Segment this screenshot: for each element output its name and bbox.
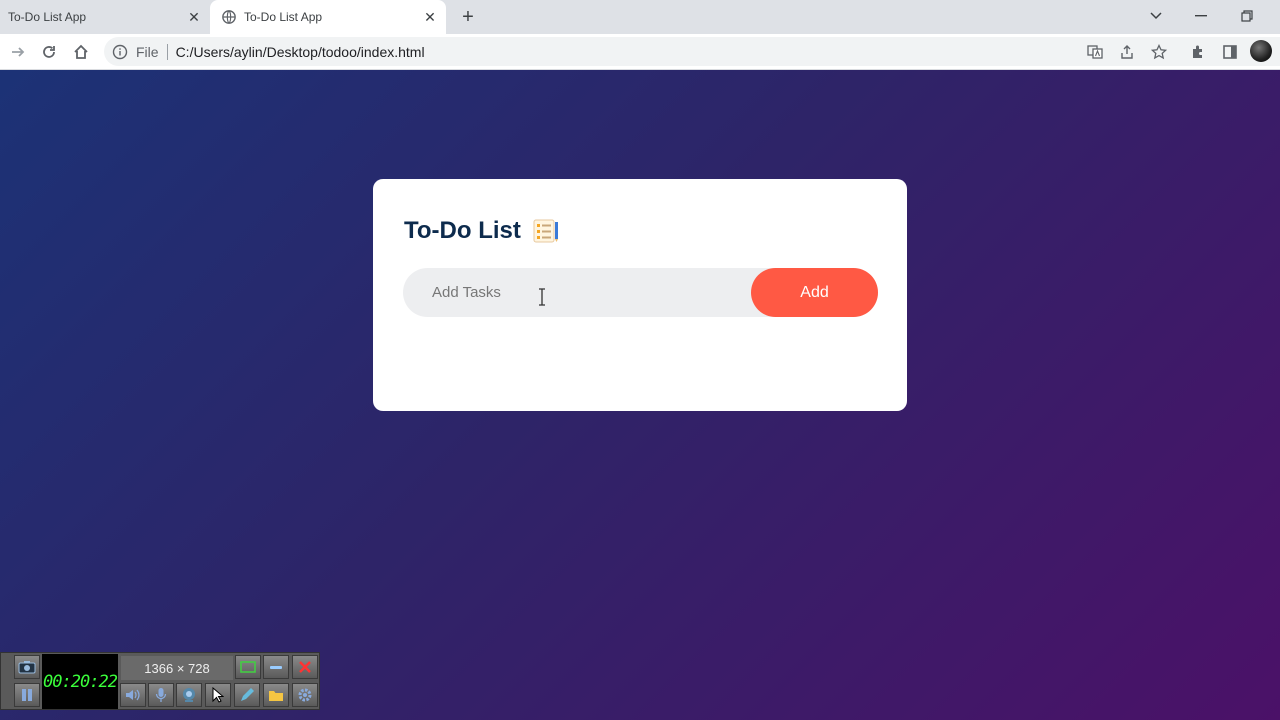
close-tab-icon[interactable]: ✕ [422, 9, 438, 25]
profile-avatar[interactable] [1250, 40, 1272, 62]
scheme-label: File [136, 43, 159, 60]
side-panel-icon[interactable] [1220, 42, 1240, 62]
bookmark-star-icon[interactable] [1149, 42, 1169, 62]
webcam-icon[interactable] [176, 683, 202, 707]
add-button[interactable]: Add [751, 268, 878, 317]
capture-dimensions: 1366 × 728 [121, 656, 233, 680]
browser-toolbar: File C:/Users/aylin/Desktop/todoo/index.… [0, 34, 1280, 70]
camera-icon[interactable] [14, 655, 40, 679]
capture-region-icon[interactable] [235, 655, 261, 679]
tab-strip: To-Do List App ✕ To-Do List App ✕ + [0, 0, 1280, 34]
browser-tab-2[interactable]: To-Do List App ✕ [210, 0, 446, 34]
minimize-icon[interactable] [1190, 6, 1212, 26]
page-viewport: To-Do List Add [0, 70, 1280, 720]
forward-icon[interactable] [6, 40, 30, 64]
browser-tab-1[interactable]: To-Do List App ✕ [0, 0, 210, 34]
page-title: To-Do List [404, 217, 521, 244]
minimize-widget-icon[interactable] [263, 655, 289, 679]
task-input-row: Add [403, 268, 878, 317]
close-widget-icon[interactable] [292, 655, 318, 679]
microphone-icon[interactable] [148, 683, 174, 707]
app-heading: To-Do List [404, 217, 559, 245]
tab-title: To-Do List App [8, 10, 87, 24]
tab-search-icon[interactable] [1145, 6, 1167, 26]
task-input[interactable] [403, 268, 743, 317]
pause-icon[interactable] [14, 683, 40, 707]
settings-gear-icon[interactable] [292, 683, 318, 707]
share-icon[interactable] [1117, 42, 1137, 62]
tab-title: To-Do List App [244, 10, 323, 24]
address-divider [166, 43, 168, 60]
speaker-icon[interactable] [120, 683, 146, 707]
pen-icon[interactable] [234, 683, 260, 707]
screen-recorder-widget: 00:20:22 1366 × 728 [0, 652, 320, 710]
checklist-icon [533, 219, 559, 243]
reload-icon[interactable] [37, 40, 61, 64]
home-icon[interactable] [69, 40, 93, 64]
cursor-icon[interactable] [205, 683, 231, 707]
restore-icon[interactable] [1236, 6, 1258, 26]
translate-icon[interactable] [1085, 42, 1105, 62]
info-icon[interactable] [112, 44, 128, 60]
new-tab-button[interactable]: + [458, 7, 478, 27]
folder-icon[interactable] [263, 683, 289, 707]
address-url[interactable]: C:/Users/aylin/Desktop/todoo/index.html [176, 44, 425, 60]
extensions-icon[interactable] [1188, 42, 1208, 62]
close-tab-icon[interactable]: ✕ [186, 9, 202, 25]
todo-card: To-Do List Add [373, 179, 907, 411]
globe-icon [222, 10, 236, 24]
recording-timer: 00:20:22 [42, 654, 118, 709]
text-cursor-icon [538, 288, 546, 306]
